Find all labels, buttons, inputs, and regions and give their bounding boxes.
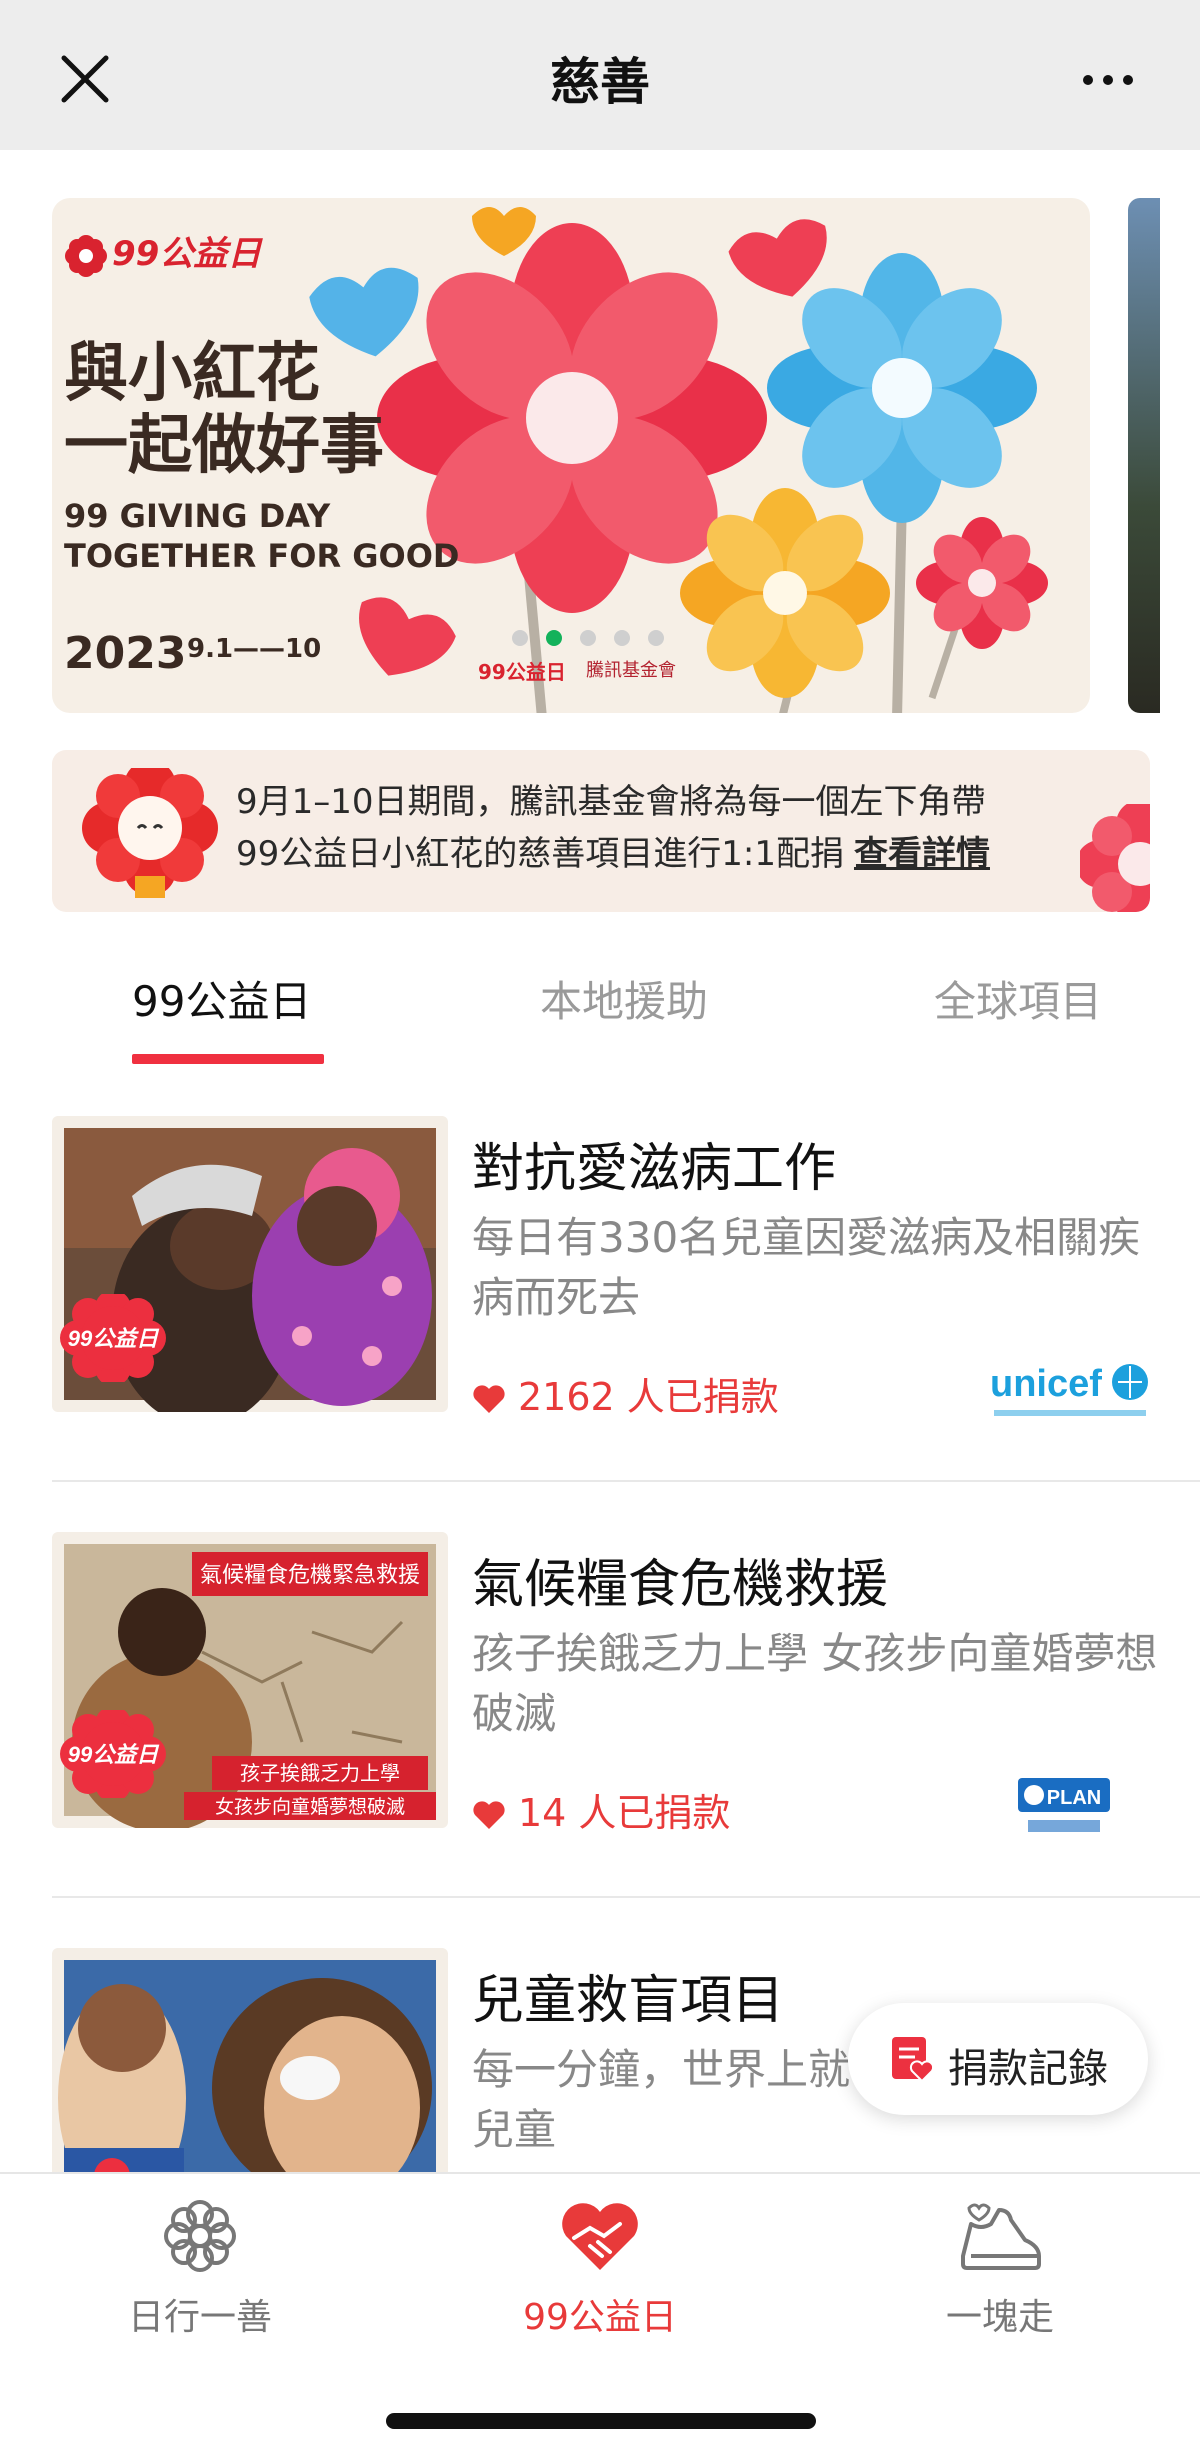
view-details-link[interactable]: 查看詳情 xyxy=(854,834,990,874)
tabbar-item-daily-good[interactable]: 日行一善 xyxy=(70,2198,330,2340)
unicef-logo: unicef xyxy=(990,1363,1148,1416)
thumb-badge-text: 99公益日 xyxy=(68,1742,160,1767)
nav-bar: 慈善 xyxy=(0,0,1200,150)
tabbar-item-walk-together[interactable]: 一塊走 xyxy=(870,2198,1130,2340)
notice-line1: 9月1–10日期間，騰訊基金會將為每一個左下角帶 xyxy=(236,782,986,822)
carousel-dot xyxy=(580,630,596,646)
project-title: 兒童救盲項目 xyxy=(472,1971,785,2031)
active-tab-underline xyxy=(132,1054,324,1064)
tabbar-label: 99公益日 xyxy=(523,2297,677,2338)
carousel-dot xyxy=(614,630,630,646)
list-divider xyxy=(52,1896,1200,1898)
banner-sponsor-foundation: 騰訊基金會 xyxy=(586,660,676,681)
99-giving-day-badge: 99公益日 xyxy=(60,1294,166,1382)
list-divider xyxy=(52,1480,1200,1482)
project-description: 孩子挨餓乏力上學 女孩步向童婚夢想破滅 xyxy=(472,1629,1158,1738)
red-flower-mascot-icon xyxy=(82,768,218,898)
thumb-badge-text: 99公益日 xyxy=(68,1326,160,1351)
carousel-indicator xyxy=(512,630,664,646)
donation-record-icon xyxy=(892,2037,935,2083)
svg-text:unicef: unicef xyxy=(990,1363,1102,1405)
carousel-dot xyxy=(546,630,562,646)
matching-notice: 9月1–10日期間，騰訊基金會將為每一個左下角帶 99公益日小紅花的慈善項目進行… xyxy=(52,750,1150,912)
donor-count-text: 2162 人已捐款 xyxy=(518,1375,779,1419)
banner-headline: 與小紅花 一起做好事 xyxy=(64,338,424,482)
thumb-caption-top: 氣候糧食危機緊急救援 xyxy=(200,1563,420,1588)
more-dots-icon[interactable] xyxy=(1078,60,1138,100)
banner-dates: 9.1——10 xyxy=(187,634,322,664)
project-title: 對抗愛滋病工作 xyxy=(472,1139,837,1199)
list-item[interactable]: 99公益日 對抗愛滋病工作 每日有330名兒童因愛滋病及相關疾病而死去 2162… xyxy=(52,1116,1200,1419)
heart-icon xyxy=(473,1801,505,1829)
svg-text:PLAN: PLAN xyxy=(1047,1787,1101,1809)
banner-sponsor-logo: 99公益日 xyxy=(478,660,566,684)
carousel-dot xyxy=(512,630,528,646)
page-title: 慈善 xyxy=(550,53,650,111)
plan-international-logo: PLAN xyxy=(1018,1778,1110,1832)
project-thumbnail: 氣候糧食危機緊急救援 孩子挨餓乏力上學 女孩步向童婚夢想破滅 99公益日 xyxy=(52,1532,448,1828)
project-thumbnail: 99公益日 xyxy=(52,1116,448,1412)
donor-count: 14 人已捐款 xyxy=(472,1782,730,1837)
banner-carousel[interactable]: 99公益日 與小紅花 一起做好事 99 GIVING DAY TOGETHER … xyxy=(52,198,1090,713)
project-description: 每日有330名兒童因愛滋病及相關疾病而死去 xyxy=(472,1213,1141,1322)
notice-text: 9月1–10日期間，騰訊基金會將為每一個左下角帶 99公益日小紅花的慈善項目進行… xyxy=(236,776,990,880)
next-banner-peek[interactable] xyxy=(1128,198,1160,713)
thumb-caption-b1: 孩子挨餓乏力上學 xyxy=(240,1761,400,1785)
donor-count: 2162 人已捐款 xyxy=(472,1366,779,1421)
project-thumbnail xyxy=(52,1948,448,2172)
tabbar-label: 一塊走 xyxy=(945,2297,1054,2338)
notice-line2: 99公益日小紅花的慈善項目進行1:1配捐 xyxy=(236,834,844,874)
tab-99-giving-day[interactable]: 99公益日 xyxy=(132,968,311,1029)
tabbar-label: 日行一善 xyxy=(127,2297,272,2338)
heart-handshake-icon xyxy=(562,2203,638,2270)
thumb-caption-b2: 女孩步向童婚夢想破滅 xyxy=(215,1796,405,1818)
donation-record-button[interactable]: 捐款記錄 xyxy=(848,2003,1148,2115)
home-indicator xyxy=(386,2413,816,2429)
carousel-dot xyxy=(648,630,664,646)
banner-english-text: 99 GIVING DAY TOGETHER FOR GOOD xyxy=(64,496,459,576)
red-flower-icon xyxy=(65,234,107,277)
red-flower-decoration-icon xyxy=(1080,804,1150,912)
banner-headline-line1: 與小紅花 xyxy=(64,337,320,411)
banner-logo-text: 99公益日 xyxy=(112,234,262,274)
child-eye-patch-photo xyxy=(52,1948,448,2172)
tab-local-aid[interactable]: 本地援助 xyxy=(540,968,708,1029)
project-title: 氣候糧食危機救援 xyxy=(472,1555,889,1615)
donor-count-text: 14 人已捐款 xyxy=(518,1791,731,1835)
category-tabs: 99公益日 本地援助 全球項目 xyxy=(0,940,1200,1070)
99-giving-day-badge: 99公益日 xyxy=(60,1710,166,1798)
banner-logo: 99公益日 xyxy=(64,226,261,278)
tab-global-projects[interactable]: 全球項目 xyxy=(934,968,1102,1029)
banner-english-line1: 99 GIVING DAY xyxy=(64,497,331,535)
banner-headline-line2: 一起做好事 xyxy=(64,409,384,483)
banner-year: 2023 xyxy=(64,628,187,679)
banner-english-line2: TOGETHER FOR GOOD xyxy=(64,537,460,575)
tabbar-item-99-giving-day[interactable]: 99公益日 xyxy=(470,2198,730,2340)
heart-icon xyxy=(473,1385,505,1413)
list-item[interactable]: 氣候糧食危機緊急救援 孩子挨餓乏力上學 女孩步向童婚夢想破滅 99公益日 氣候糧… xyxy=(52,1532,1200,1835)
flower-outline-icon xyxy=(164,2200,236,2272)
donation-record-label: 捐款記錄 xyxy=(948,2046,1108,2092)
sneaker-icon xyxy=(961,2203,1041,2270)
